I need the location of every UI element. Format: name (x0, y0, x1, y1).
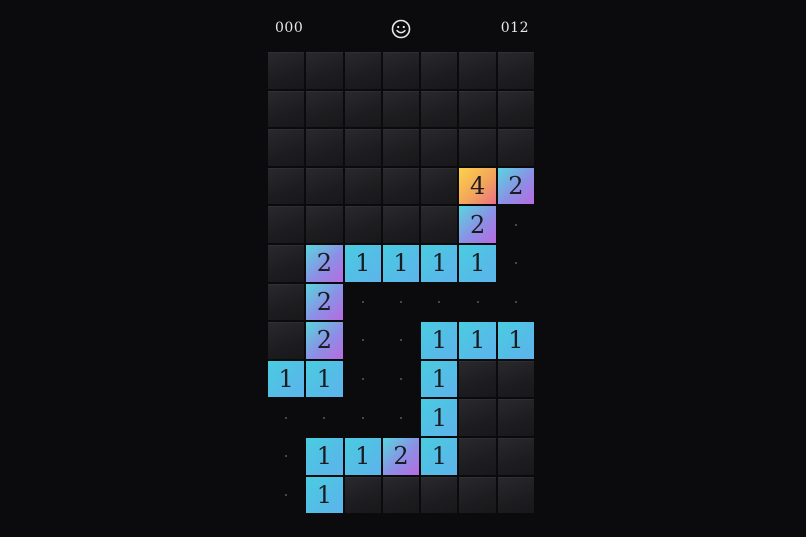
hidden-tile[interactable] (344, 129, 381, 166)
hidden-tile[interactable] (268, 52, 305, 89)
empty-tile (268, 477, 304, 514)
empty-tile (268, 438, 304, 475)
empty-tile (345, 361, 381, 398)
empty-tile (345, 399, 381, 436)
number-tile-1: 1 (421, 399, 458, 436)
number-tile-1: 1 (306, 437, 343, 475)
hidden-tile[interactable] (421, 129, 458, 166)
hidden-tile[interactable] (459, 90, 496, 128)
hidden-tile[interactable] (268, 206, 305, 243)
number-tile-1: 1 (459, 322, 496, 359)
hidden-tile[interactable] (459, 437, 496, 475)
hidden-tile[interactable] (459, 129, 496, 166)
hidden-tile[interactable] (497, 437, 535, 475)
smiley-face-icon[interactable] (391, 19, 411, 39)
number-tile-2: 2 (497, 167, 535, 205)
empty-tile (498, 206, 534, 243)
hidden-tile[interactable] (497, 476, 535, 514)
number-tile-2: 2 (306, 244, 343, 282)
number-tile-1: 1 (306, 360, 343, 398)
number-tile-1: 1 (421, 244, 458, 282)
hidden-tile[interactable] (421, 52, 458, 89)
hidden-tile[interactable] (382, 129, 420, 166)
empty-tile (498, 245, 534, 282)
number-tile-1: 1 (268, 360, 305, 398)
empty-tile (383, 322, 419, 359)
hidden-tile[interactable] (268, 322, 305, 359)
hidden-tile[interactable] (382, 476, 420, 514)
empty-tile (383, 399, 419, 436)
hidden-tile[interactable] (459, 476, 496, 514)
hidden-tile[interactable] (306, 52, 343, 89)
number-tile-1: 1 (306, 476, 343, 514)
empty-tile (498, 284, 534, 321)
empty-tile (345, 284, 381, 321)
hidden-tile[interactable] (306, 90, 343, 128)
empty-tile (306, 399, 342, 436)
empty-tile (268, 399, 304, 436)
hidden-tile[interactable] (497, 360, 535, 398)
empty-tile (383, 361, 419, 398)
hidden-tile[interactable] (497, 90, 535, 128)
hidden-tile[interactable] (497, 52, 535, 89)
hidden-tile[interactable] (421, 206, 458, 243)
hidden-tile[interactable] (306, 129, 343, 166)
number-tile-1: 1 (497, 322, 535, 359)
hidden-tile[interactable] (344, 167, 381, 205)
hidden-tile[interactable] (497, 129, 535, 166)
status-bar: 000 012 (268, 14, 536, 46)
number-tile-1: 1 (344, 437, 381, 475)
hidden-tile[interactable] (421, 167, 458, 205)
hidden-tile[interactable] (344, 90, 381, 128)
number-tile-2: 2 (306, 283, 343, 321)
hidden-tile[interactable] (421, 90, 458, 128)
empty-tile (459, 284, 495, 321)
timer: 012 (500, 20, 529, 36)
hidden-tile[interactable] (459, 360, 496, 398)
minefield-grid: 4222111122111111111211 (268, 52, 536, 514)
empty-tile (421, 284, 457, 321)
number-tile-1: 1 (421, 437, 458, 475)
hidden-tile[interactable] (344, 206, 381, 243)
hidden-tile[interactable] (382, 52, 420, 89)
number-tile-1: 1 (344, 244, 381, 282)
empty-tile (345, 322, 381, 359)
number-tile-2: 2 (306, 322, 343, 359)
hidden-tile[interactable] (268, 129, 305, 166)
number-tile-2: 2 (459, 206, 496, 243)
hidden-tile[interactable] (344, 476, 381, 514)
empty-tile (383, 284, 419, 321)
hidden-tile[interactable] (268, 244, 305, 282)
number-tile-1: 1 (421, 360, 458, 398)
hidden-tile[interactable] (459, 399, 496, 436)
hidden-tile[interactable] (344, 52, 381, 89)
hidden-tile[interactable] (382, 206, 420, 243)
hidden-tile[interactable] (306, 167, 343, 205)
number-tile-2: 2 (382, 437, 420, 475)
number-tile-1: 1 (459, 244, 496, 282)
hidden-tile[interactable] (306, 206, 343, 243)
number-tile-1: 1 (382, 244, 420, 282)
hidden-tile[interactable] (382, 90, 420, 128)
hidden-tile[interactable] (268, 167, 305, 205)
hidden-tile[interactable] (421, 476, 458, 514)
hidden-tile[interactable] (459, 52, 496, 89)
number-tile-1: 1 (421, 322, 458, 359)
hidden-tile[interactable] (268, 283, 305, 321)
mine-counter: 000 (275, 20, 304, 36)
hidden-tile[interactable] (382, 167, 420, 205)
hidden-tile[interactable] (497, 399, 535, 436)
hidden-tile[interactable] (268, 90, 305, 128)
number-tile-4: 4 (459, 167, 496, 205)
